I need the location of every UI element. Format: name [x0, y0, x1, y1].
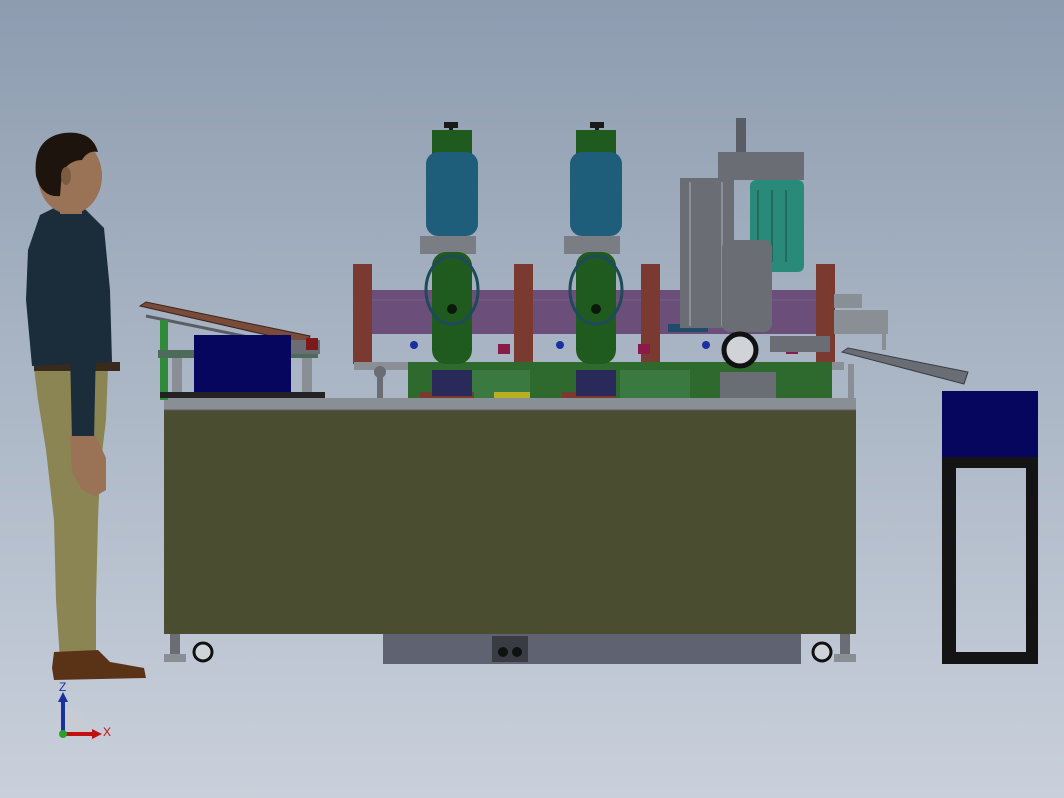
base-skirt [383, 632, 801, 664]
spindle-unit-2[interactable] [564, 122, 624, 396]
column-1 [353, 264, 372, 364]
cutting-blade [721, 331, 759, 369]
figure-ear [61, 167, 71, 185]
spindle-1-cap [432, 130, 472, 154]
spindle-2-motor [570, 152, 622, 236]
infeed-hopper-box [194, 335, 291, 398]
coordinate-triad[interactable]: Z X [58, 680, 111, 739]
spindle-2-cap [576, 130, 616, 154]
table-top-plate [164, 398, 856, 410]
machine-table[interactable] [164, 398, 856, 664]
infeed-loader[interactable] [138, 301, 325, 400]
output-stand[interactable] [942, 391, 1038, 664]
triad-z-label: Z [59, 680, 66, 694]
figure-shoes [52, 650, 146, 680]
spindle-unit-1[interactable] [420, 122, 480, 396]
cutting-unit-gearbox [718, 152, 804, 180]
column-2 [514, 264, 533, 364]
human-scale-figure [26, 132, 146, 680]
triad-origin [59, 730, 67, 738]
triad-x-label: X [103, 725, 111, 739]
figure-pants [34, 368, 108, 660]
table-cabinet [164, 408, 856, 634]
center-casters [492, 636, 528, 662]
output-stand-frame [942, 457, 1038, 664]
triad-plane [63, 708, 89, 734]
output-bin [942, 391, 1038, 457]
assembly-drawing: Z X [26, 118, 1038, 739]
cad-viewport[interactable]: Z X [0, 0, 1064, 798]
spindle-1-motor [426, 152, 478, 236]
